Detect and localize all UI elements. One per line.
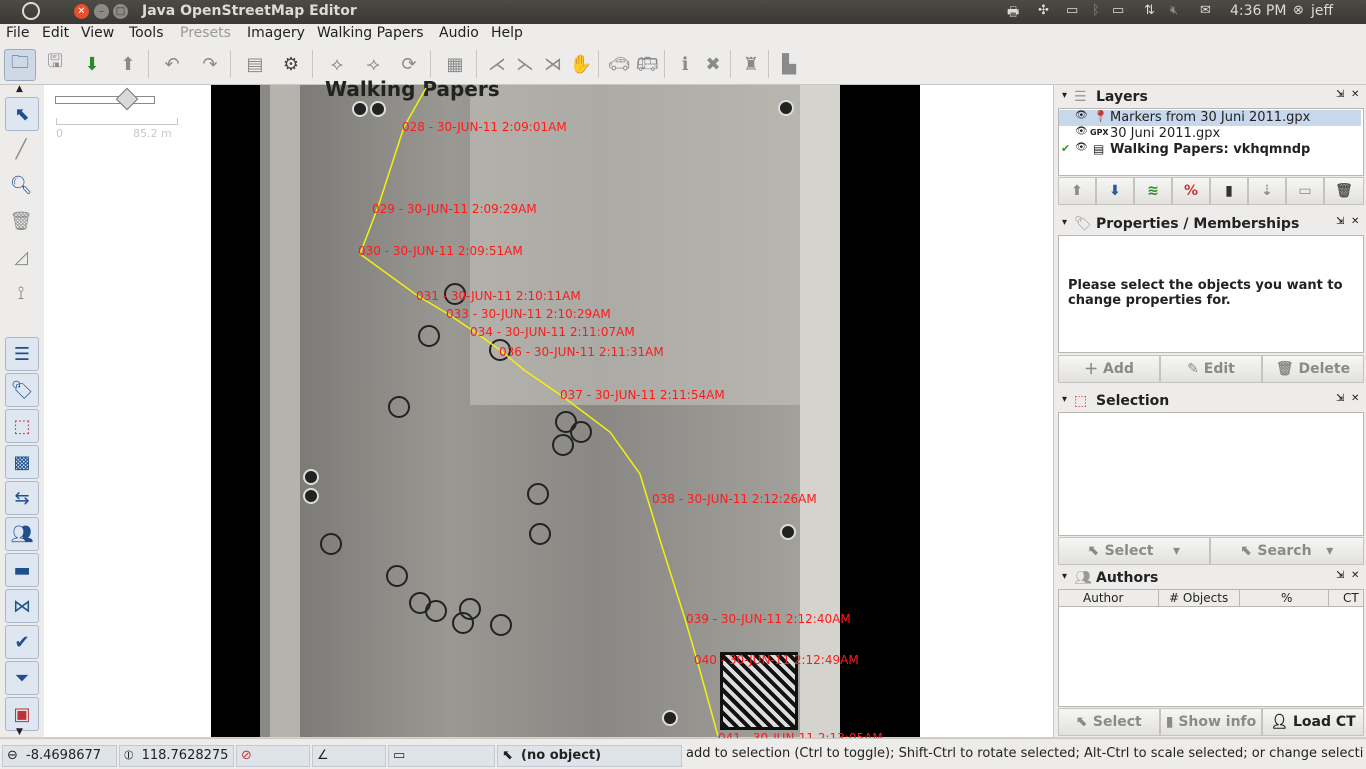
longitude-value: 118.7628275: [141, 748, 229, 763]
show-info-button[interactable]: ▮ Show info: [1160, 708, 1262, 736]
layer-name: Markers from 30 Juni 2011.gpx: [1110, 110, 1311, 125]
latitude-field: ⊖ -8.4698677: [2, 745, 117, 767]
layers-icon: ☰: [1074, 89, 1087, 105]
gpx-marker[interactable]: 029 - 30-JUN-11 2:09:29AM: [372, 202, 537, 216]
edit-property-button[interactable]: ✎ Edit: [1160, 355, 1262, 383]
authors-title: Authors: [1096, 570, 1159, 586]
table-header: Author # Objects % CT: [1059, 590, 1363, 607]
duplicate-layer-icon[interactable]: ▭: [1286, 177, 1324, 205]
angle-icon: ∠: [317, 748, 329, 763]
gpx-marker[interactable]: 028 - 30-JUN-11 2:09:01AM: [402, 120, 567, 134]
selection-title-bar[interactable]: ▾ ⬚ Selection ⇲ ✕: [1058, 392, 1364, 412]
heading-icon: ⊘: [241, 748, 252, 763]
selection-list[interactable]: [1058, 412, 1364, 536]
column-author[interactable]: Author: [1083, 591, 1123, 605]
object-field: ⬉ (no object): [497, 745, 682, 767]
opacity-icon[interactable]: %: [1172, 177, 1210, 205]
detach-icon[interactable]: ⇲: [1336, 89, 1344, 100]
layers-title-bar[interactable]: ▾ ☰ Layers ⇲ ✕: [1058, 88, 1364, 108]
layer-row[interactable]: ✔ 👁︎ ▤ Walking Papers: vkhqmndp: [1059, 142, 1361, 158]
active-layer-check-icon: ✔: [1061, 142, 1071, 155]
paper-icon: ▤: [1093, 142, 1105, 156]
layers-list: 👁︎ 📍︎ Markers from 30 Juni 2011.gpx 👁︎ G…: [1058, 108, 1364, 176]
gpx-marker[interactable]: 030 - 30-JUN-11 2:09:51AM: [358, 244, 523, 258]
layer-name: 30 Juni 2011.gpx: [1110, 126, 1221, 141]
visibility-eye-icon[interactable]: 👁︎: [1075, 126, 1088, 137]
gpx-marker[interactable]: 040 - 30-JUN-11 2:12:49AM: [694, 653, 859, 667]
layer-row[interactable]: 👁︎ GPX 30 Juni 2011.gpx: [1059, 126, 1361, 142]
column-objects[interactable]: # Objects: [1169, 591, 1228, 605]
close-panel-icon[interactable]: ✕: [1351, 393, 1359, 404]
longitude-field: ⦶ 118.7628275: [119, 745, 234, 767]
gpx-marker[interactable]: 033 - 30-JUN-11 2:10:29AM: [446, 307, 611, 321]
delete-property-button[interactable]: 🗑 Delete: [1262, 355, 1364, 383]
right-dialog-panel: ▾ ☰ Layers ⇲ ✕ 👁︎ 📍︎ Markers from 30 Jun…: [1053, 85, 1366, 737]
gpx-marker[interactable]: 031 - 30-JUN-11 2:10:11AM: [416, 289, 581, 303]
move-up-icon[interactable]: ⬆: [1058, 177, 1096, 205]
gpx-marker[interactable]: 037 - 30-JUN-11 2:11:54AM: [560, 388, 725, 402]
zoom-slider[interactable]: [55, 96, 155, 104]
selection-search-button[interactable]: ⬉ Search ▾: [1210, 537, 1364, 565]
collapse-icon[interactable]: ▾: [1062, 394, 1067, 405]
add-property-button[interactable]: ＋ Add: [1058, 355, 1160, 383]
layer-name: Walking Papers: vkhqmndp: [1110, 142, 1311, 157]
close-panel-icon[interactable]: ✕: [1351, 570, 1359, 581]
collapse-icon[interactable]: ▾: [1062, 217, 1067, 228]
authors-select-button[interactable]: ⬉ Select: [1058, 708, 1160, 736]
column-percent[interactable]: %: [1281, 591, 1292, 605]
authors-title-bar[interactable]: ▾ 👥︎ Authors ⇲ ✕: [1058, 569, 1364, 589]
selection-title: Selection: [1096, 393, 1170, 409]
visibility-eye-icon[interactable]: 👁︎: [1075, 110, 1088, 121]
authors-icon: 👥︎: [1074, 570, 1092, 586]
visibility-eye-icon[interactable]: 👁︎: [1075, 142, 1088, 153]
object-name: (no object): [521, 748, 602, 763]
gpx-marker[interactable]: 038 - 30-JUN-11 2:12:26AM: [652, 492, 817, 506]
gpx-marker[interactable]: 036 - 30-JUN-11 2:11:31AM: [499, 345, 664, 359]
gpx-marker[interactable]: 039 - 30-JUN-11 2:12:40AM: [686, 612, 851, 626]
latitude-icon: ⊖: [7, 748, 18, 763]
ruler-icon: ▭: [393, 748, 406, 763]
properties-message: Please select the objects you want to ch…: [1068, 278, 1343, 308]
collapse-icon[interactable]: ▾: [1062, 90, 1067, 101]
angle-field: ∠: [312, 745, 386, 767]
layers-title: Layers: [1096, 89, 1148, 105]
layer-row[interactable]: 👁︎ 📍︎ Markers from 30 Juni 2011.gpx: [1059, 109, 1361, 126]
detach-icon[interactable]: ⇲: [1336, 216, 1344, 227]
properties-title-bar[interactable]: ▾ 🏷︎ Properties / Memberships ⇲ ✕: [1058, 215, 1364, 235]
column-ct[interactable]: CT: [1343, 591, 1359, 605]
activate-layer-icon[interactable]: ≋: [1134, 177, 1172, 205]
merge-layer-icon[interactable]: ⇣: [1248, 177, 1286, 205]
scale-bar: [56, 118, 178, 125]
authors-table: Author # Objects % CT: [1058, 589, 1364, 707]
marker-pin-icon: 📍︎: [1093, 109, 1109, 123]
detach-icon[interactable]: ⇲: [1336, 570, 1344, 581]
tag-icon: 🏷︎: [1074, 216, 1092, 232]
help-text: add to selection (Ctrl to toggle); Shift…: [686, 746, 1364, 761]
status-bar: ⊖ -8.4698677 ⦶ 118.7628275 ⊘ ∠ ▭ ⬉ (no o…: [0, 738, 1366, 769]
properties-title: Properties / Memberships: [1096, 216, 1300, 232]
properties-box: Please select the objects you want to ch…: [1058, 235, 1364, 353]
distance-field: ▭: [388, 745, 495, 767]
gpx-track-line: [359, 87, 719, 737]
scale-end-label: 85.2 m: [133, 127, 172, 140]
close-panel-icon[interactable]: ✕: [1351, 216, 1359, 227]
move-down-icon[interactable]: ⬇: [1096, 177, 1134, 205]
longitude-icon: ⦶: [124, 748, 134, 763]
delete-layer-icon[interactable]: 🗑: [1324, 177, 1364, 205]
pointer-icon: ⬉: [502, 748, 513, 763]
collapse-icon[interactable]: ▾: [1062, 571, 1067, 582]
scale-start-label: 0: [56, 127, 63, 140]
selection-list-icon: ⬚: [1074, 393, 1088, 409]
selection-select-button[interactable]: ⬉ Select ▾: [1058, 537, 1210, 565]
gamma-icon[interactable]: ▮: [1210, 177, 1248, 205]
heading-field: ⊘: [236, 745, 310, 767]
close-panel-icon[interactable]: ✕: [1351, 89, 1359, 100]
latitude-value: -8.4698677: [26, 748, 102, 763]
gpx-file-icon: GPX: [1090, 128, 1109, 137]
detach-icon[interactable]: ⇲: [1336, 393, 1344, 404]
load-ct-button[interactable]: 👤︎ Load CT: [1262, 708, 1364, 736]
gpx-marker[interactable]: 034 - 30-JUN-11 2:11:07AM: [470, 325, 635, 339]
